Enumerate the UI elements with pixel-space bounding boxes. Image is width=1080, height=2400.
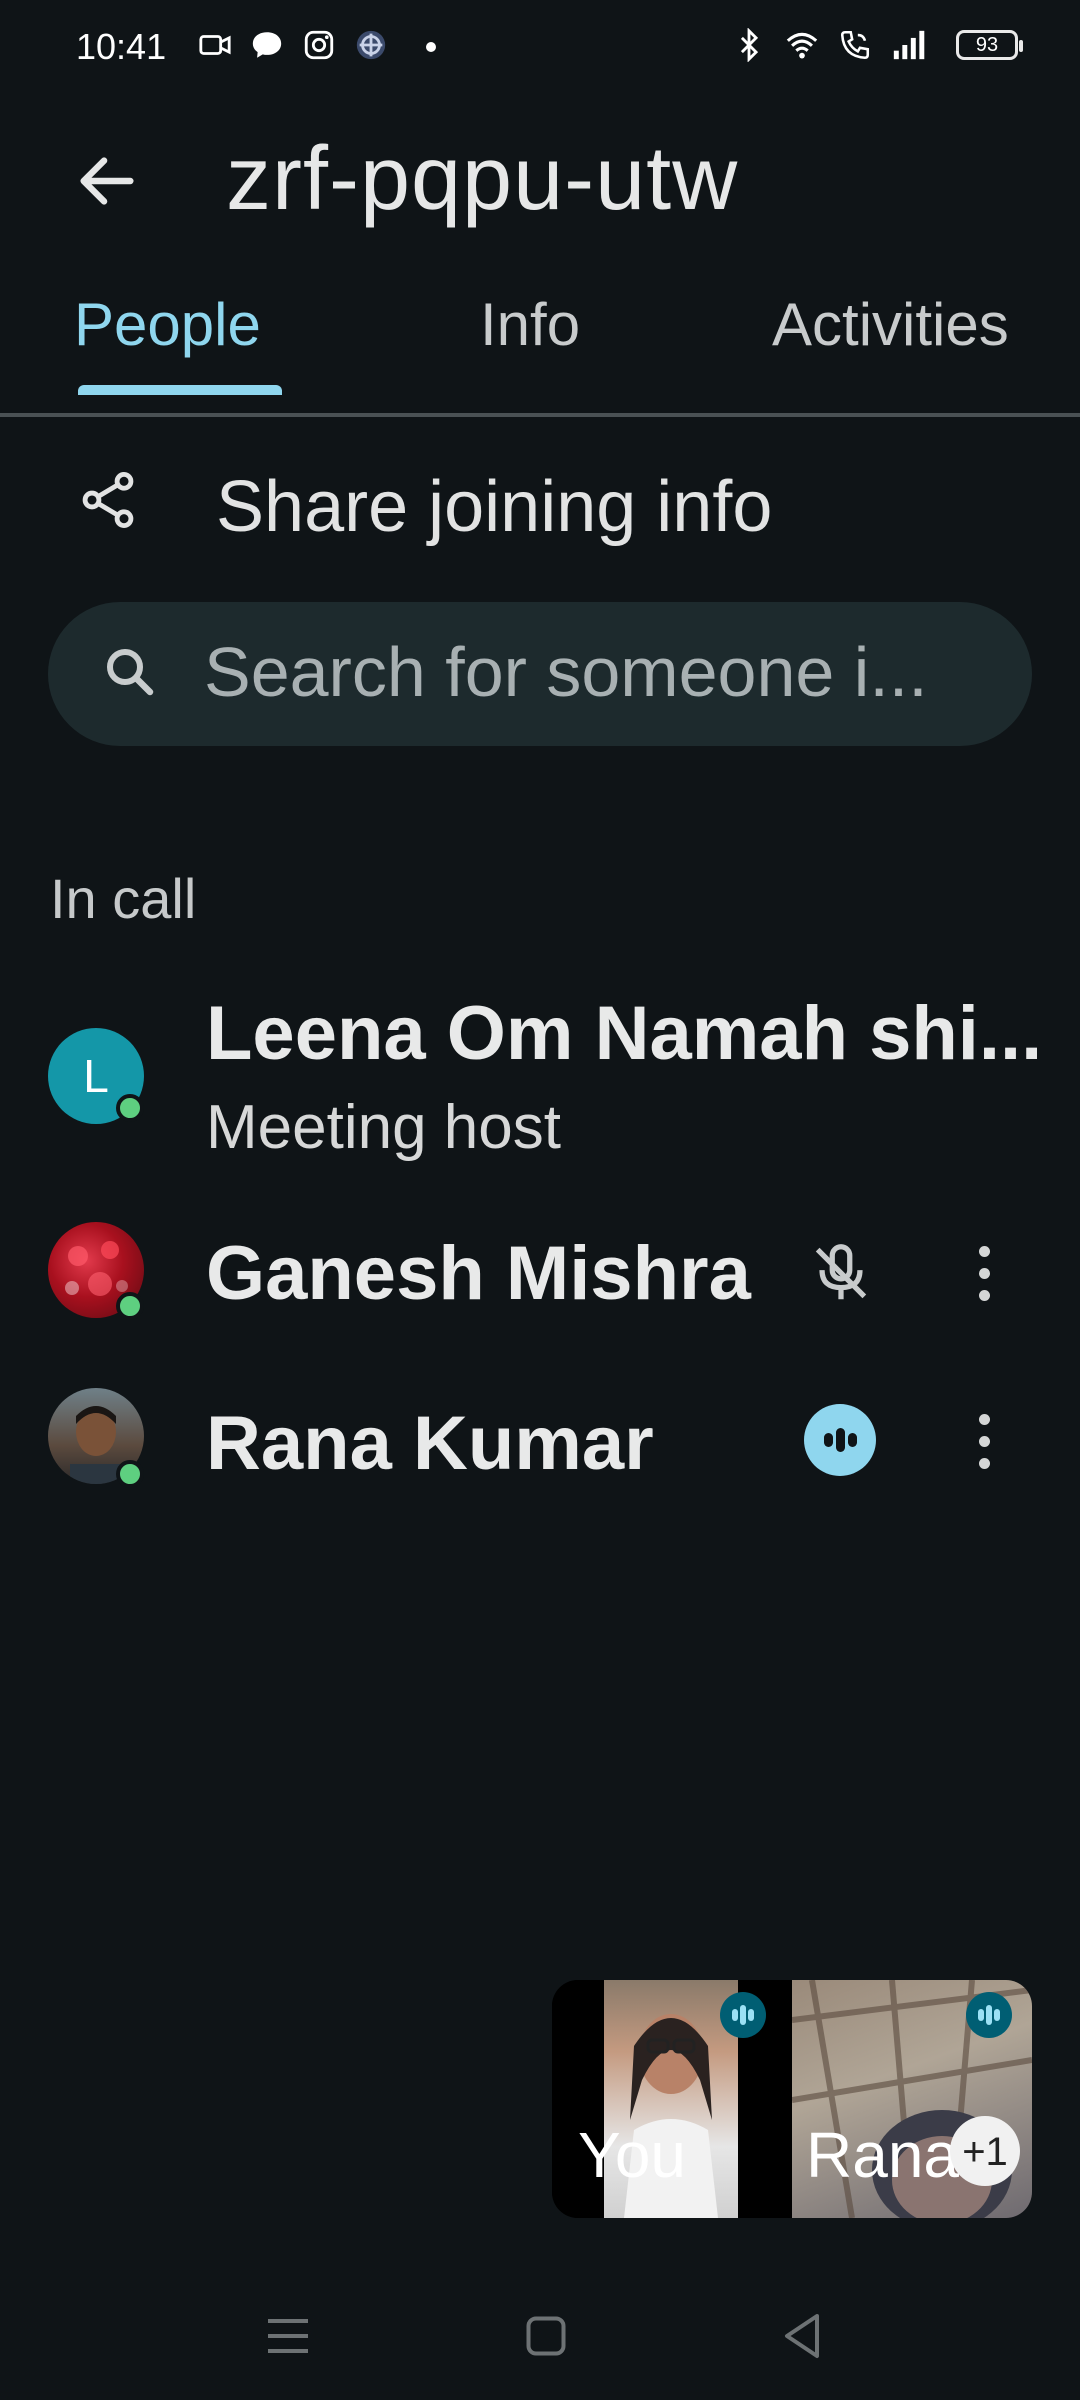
app-icon (356, 30, 386, 60)
participant-name: Rana Kumar (206, 1401, 654, 1486)
speaking-indicator-icon (720, 1992, 766, 2038)
share-label: Share joining info (216, 467, 773, 547)
back-nav-icon[interactable] (772, 2306, 832, 2366)
battery-icon: 93 (956, 30, 1023, 60)
dot-icon (426, 42, 436, 52)
more-options-icon[interactable] (964, 1406, 1004, 1476)
meeting-code-title: zrf-pqpu-utw (226, 129, 739, 229)
speaking-indicator-icon (804, 1404, 876, 1476)
tab-activities[interactable]: Activities (772, 290, 1009, 359)
chat-bubble-icon (252, 32, 282, 58)
picture-in-picture-preview[interactable]: You Rana +1 (552, 1980, 1032, 2218)
more-participants-badge: +1 (950, 2116, 1020, 2186)
participant-row[interactable]: Rana Kumar (0, 1378, 1080, 1508)
self-video-tile: You (552, 1980, 786, 2218)
tab-info[interactable]: Info (480, 290, 580, 359)
share-icon (82, 472, 134, 528)
share-joining-info-button[interactable]: Share joining info (40, 450, 1040, 560)
participant-name: Leena Om Namah shi... (206, 991, 1043, 1076)
tab-people[interactable]: People (74, 290, 261, 359)
search-icon (107, 649, 154, 696)
tab-divider (0, 413, 1080, 417)
online-status-indicator (116, 1460, 144, 1488)
status-bar: 10:41 93 (0, 0, 1080, 96)
instagram-icon (304, 30, 334, 60)
signal-icon (893, 30, 925, 60)
search-input[interactable] (204, 632, 1004, 712)
online-status-indicator (116, 1292, 144, 1320)
video-camera-icon (199, 35, 231, 55)
participant-tile-label: Rana (806, 2119, 959, 2191)
wifi-icon (786, 32, 818, 59)
participant-row[interactable]: Ganesh Mishra (0, 1208, 1080, 1338)
in-call-section-header: In call (50, 867, 197, 930)
tab-indicator (78, 385, 282, 395)
more-options-icon[interactable] (964, 1238, 1004, 1308)
mic-off-icon (815, 1244, 867, 1300)
bluetooth-icon (740, 28, 759, 62)
home-nav-icon[interactable] (516, 2306, 576, 2366)
speaking-indicator-icon (966, 1992, 1012, 2038)
back-arrow-icon[interactable] (72, 146, 142, 216)
participant-row[interactable]: L Leena Om Namah shi... Meeting host (0, 980, 1080, 1180)
online-status-indicator (116, 1094, 144, 1122)
participant-name: Ganesh Mishra (206, 1231, 751, 1316)
participant-role: Meeting host (206, 1093, 561, 1162)
wifi-calling-icon (840, 30, 870, 60)
self-tile-label: You (578, 2119, 686, 2191)
menu-nav-icon[interactable] (258, 2306, 318, 2366)
status-time: 10:41 (76, 26, 167, 67)
